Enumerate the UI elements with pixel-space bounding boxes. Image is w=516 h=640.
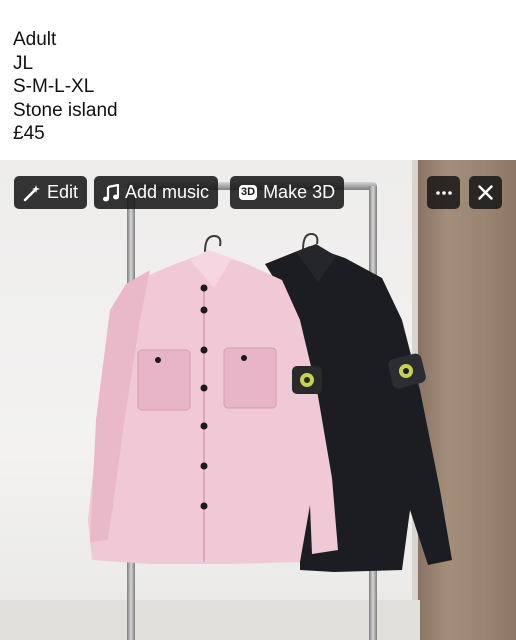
edit-button[interactable]: Edit: [14, 176, 88, 209]
shirts-illustration: [88, 232, 452, 572]
music-note-icon: [103, 183, 119, 201]
post-line-age: Adult: [13, 29, 57, 50]
more-icon: [435, 190, 452, 195]
make-3d-label: Make 3D: [263, 182, 336, 202]
close-button[interactable]: [469, 176, 502, 209]
product-photo[interactable]: [0, 160, 516, 640]
add-music-label: Add music: [125, 182, 210, 202]
make-3d-button[interactable]: 3D Make 3D: [230, 176, 345, 209]
more-button[interactable]: [427, 176, 460, 209]
3d-badge-icon: 3D: [239, 185, 258, 200]
close-icon: [478, 185, 493, 200]
edit-label: Edit: [47, 182, 79, 202]
post-line-price: £45: [13, 123, 45, 144]
post-line-sizes: S-M-L-XL: [13, 76, 95, 97]
post-line-brand: Stone island: [13, 99, 118, 121]
pink-shirt-armband: [292, 366, 322, 394]
magic-wand-icon: [23, 184, 40, 201]
post-text: Adult JL S-M-L-XL Stone island £45: [13, 28, 118, 146]
post-line-brand-code: JL: [13, 52, 34, 74]
add-music-button[interactable]: Add music: [94, 176, 219, 209]
hanger-pink: [204, 234, 222, 253]
